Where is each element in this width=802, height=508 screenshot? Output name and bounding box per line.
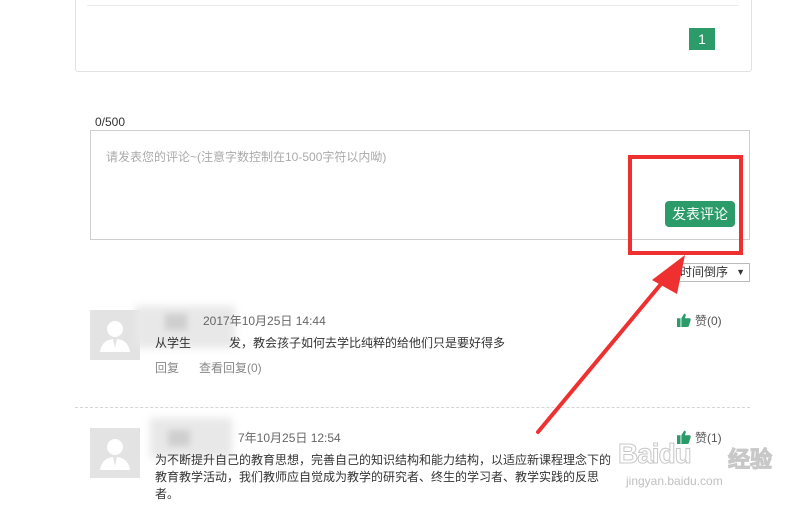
page-button-1[interactable]: 1 <box>689 28 715 50</box>
view-replies-link[interactable]: 查看回复(0) <box>199 359 262 376</box>
user-silhouette-icon <box>100 321 130 352</box>
comment-text-part: 发，教会孩子如何去学比纯粹的给他们只是要好得多 <box>229 336 506 350</box>
like-button[interactable]: 赞(0) <box>677 312 722 329</box>
like-button[interactable]: 赞(1) <box>677 429 722 446</box>
char-counter: 0/500 <box>95 115 126 129</box>
watermark-url: jingyan.baidu.com <box>626 474 723 488</box>
comment-text-line: 教育教学活动，我们教师应自觉成为教学的研究者、终生的学习者、教学实践的反思 <box>155 470 600 484</box>
thumbs-up-icon <box>677 313 691 327</box>
comment-text-line: 者。 <box>155 487 180 501</box>
comment-text: 从学生 发，教会孩子如何去学比纯粹的给他们只是要好得多 <box>155 335 505 352</box>
avatar[interactable] <box>90 428 140 478</box>
like-count: 赞(0) <box>695 314 722 328</box>
like-count: 赞(1) <box>695 431 722 445</box>
user-silhouette-icon <box>100 439 130 470</box>
thumbs-up-icon <box>677 430 691 444</box>
dropdown-caret-icon: ▼ <box>736 267 745 277</box>
comment-text-part: 从学生 <box>155 336 192 350</box>
pagination-panel <box>75 0 752 72</box>
comment-text-line: 为不断提升自己的教育思想，完善自己的知识结构和能力结构，以适应新课程理念下的 <box>155 453 612 467</box>
comment-divider <box>75 407 750 408</box>
username-redacted-mark <box>165 314 187 330</box>
username-redacted-mark <box>168 430 190 446</box>
comment-timestamp: 2017年10月25日 14:44 <box>203 314 326 328</box>
baidu-watermark: Baidu 经验 jingyan.baidu.com <box>618 438 802 498</box>
watermark-brand-cn: 经验 <box>727 447 773 473</box>
reply-link[interactable]: 回复 <box>155 359 179 376</box>
comment-text: 为不断提升自己的教育思想，完善自己的知识结构和能力结构，以适应新课程理念下的 教… <box>155 452 611 503</box>
panel-divider <box>87 5 739 6</box>
sort-order-value: 时间倒序 <box>680 265 729 279</box>
avatar[interactable] <box>90 310 140 360</box>
sort-order-select[interactable]: 时间倒序 ▼ <box>675 263 750 282</box>
annotation-highlight-box <box>628 155 743 255</box>
comment-timestamp: 7年10月25日 12:54 <box>238 431 341 445</box>
